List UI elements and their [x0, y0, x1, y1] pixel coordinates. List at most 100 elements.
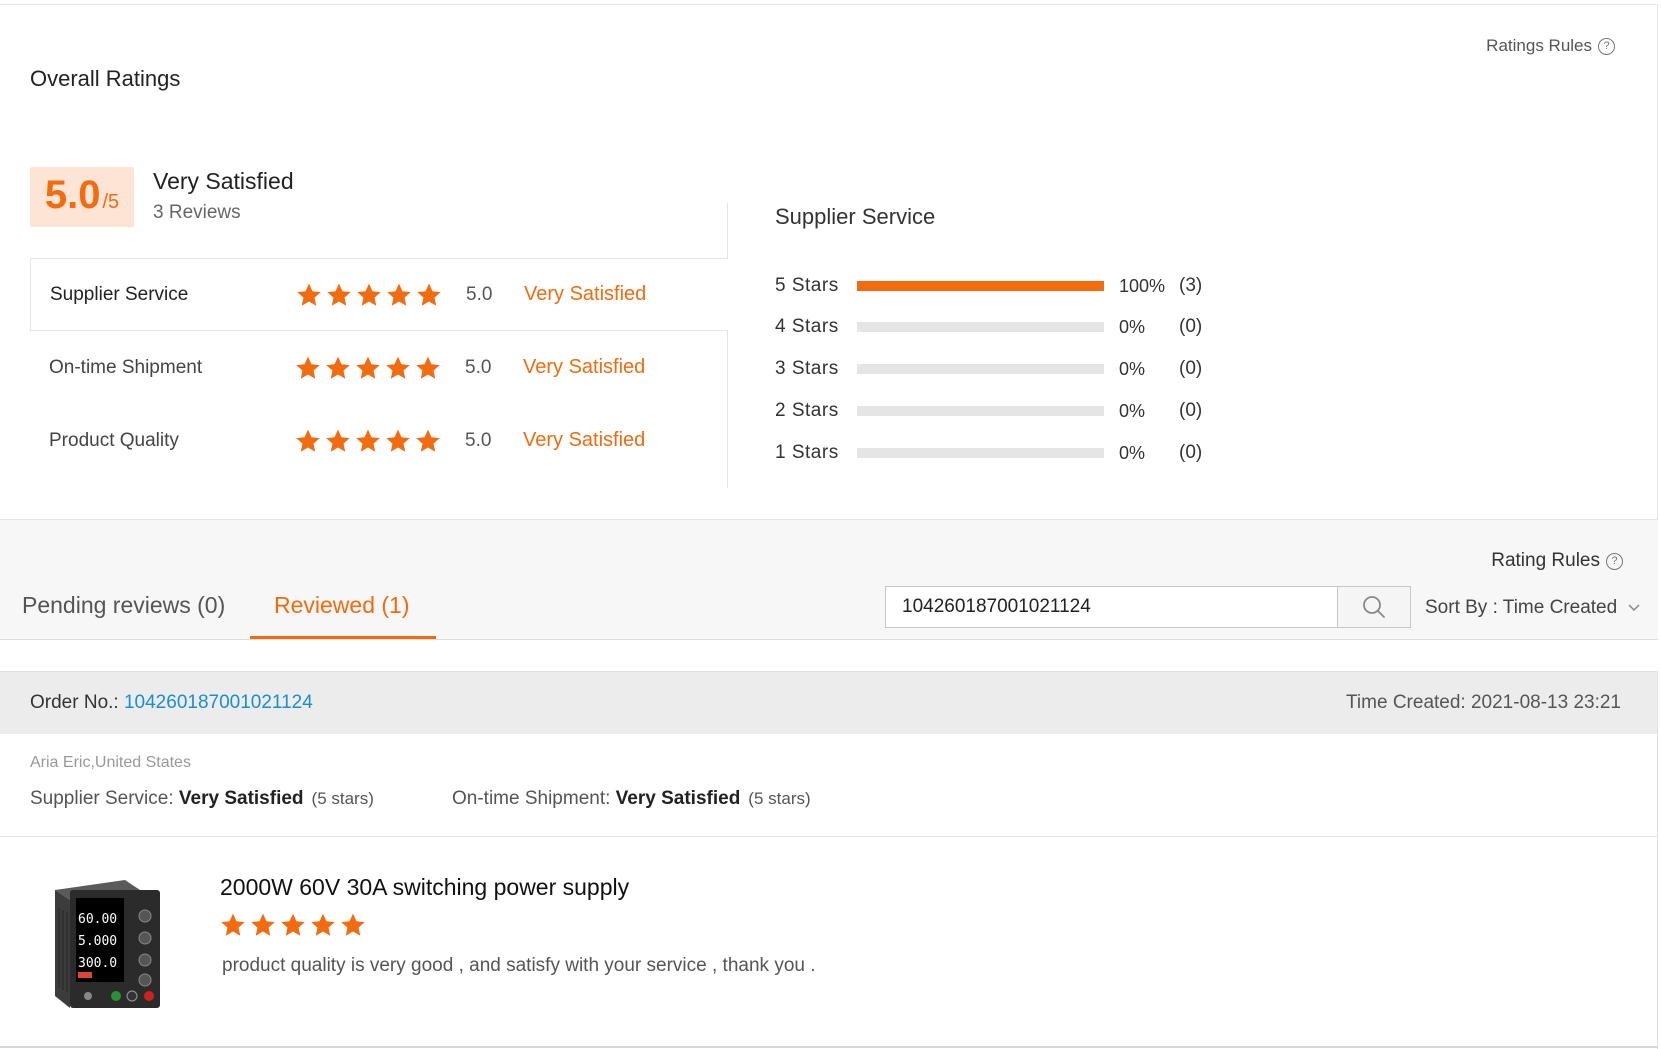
ratings-rules-label: Ratings Rules	[1486, 36, 1592, 55]
star-icon	[416, 356, 440, 379]
star-icon	[417, 283, 441, 306]
distribution-count: (3)	[1179, 275, 1203, 296]
distribution-bar	[857, 281, 1104, 291]
star-icon	[387, 283, 411, 306]
category-value: 5.0	[466, 283, 493, 305]
star-icon	[356, 356, 380, 379]
distribution-row: 5 Stars 100% (3)	[775, 273, 1235, 299]
supplier-value: Very Satisfied	[178, 788, 304, 809]
divider	[0, 1046, 1658, 1048]
supplier-stars: (5 stars)	[311, 789, 374, 808]
star-icon	[356, 429, 380, 452]
star-icon	[296, 429, 320, 452]
summary-label: Very Satisfied	[153, 168, 294, 194]
tab-pending-reviews[interactable]: Pending reviews (0)	[22, 592, 225, 619]
help-icon: ?	[1606, 552, 1623, 570]
shipment-rating: On-time Shipment: Very Satisfied (5 stars…	[452, 788, 811, 810]
distribution-title: Supplier Service	[775, 204, 936, 229]
category-value: 5.0	[465, 356, 492, 378]
star-icon	[386, 356, 410, 379]
rating-rules-link[interactable]: Rating Rules ?	[1491, 550, 1623, 572]
shipment-stars: (5 stars)	[748, 789, 811, 808]
star-icon	[327, 283, 351, 306]
distribution-label: 2 Stars	[775, 400, 839, 421]
distribution-row: 1 Stars 0% (0)	[775, 440, 1235, 466]
score-badge: 5.0 /5	[30, 167, 134, 227]
time-created: Time Created: 2021-08-13 23:21	[1346, 692, 1621, 713]
distribution-label: 5 Stars	[775, 275, 839, 296]
help-icon: ?	[1598, 37, 1615, 55]
score-suffix: /5	[102, 191, 120, 213]
ratings-rules-link[interactable]: Ratings Rules ?	[1486, 36, 1615, 56]
search-input[interactable]: 104260187001021124	[885, 586, 1338, 628]
distribution-row: 4 Stars 0% (0)	[775, 314, 1235, 340]
distribution-count: (0)	[1179, 358, 1203, 379]
order-label: Order No.:	[30, 692, 124, 713]
category-value: 5.0	[465, 429, 492, 451]
star-icon	[297, 283, 321, 306]
review-comment: product quality is very good , and satis…	[222, 955, 816, 976]
score-value: 5.0	[44, 173, 101, 217]
divider	[0, 639, 1658, 640]
distribution-label: 3 Stars	[775, 358, 839, 379]
distribution-percent: 0%	[1119, 316, 1146, 337]
distribution-label: 1 Stars	[775, 442, 839, 463]
distribution-bar	[857, 364, 1104, 374]
divider	[0, 836, 1658, 837]
star-icon	[221, 913, 245, 936]
category-verdict: Very Satisfied	[523, 429, 646, 451]
display-value-1: 60.00	[78, 912, 117, 927]
distribution-count: (0)	[1179, 400, 1203, 421]
search-button[interactable]	[1337, 586, 1411, 628]
supplier-label: Supplier Service:	[30, 788, 179, 809]
distribution-label: 4 Stars	[775, 316, 839, 337]
order-number-link[interactable]: 104260187001021124	[124, 692, 313, 713]
sort-by-dropdown[interactable]: Sort By : Time Created	[1425, 597, 1641, 619]
search-icon	[1363, 596, 1385, 618]
display-value-3: 300.0	[78, 956, 117, 971]
display-value-2: 5.000	[78, 934, 117, 949]
page-title: Overall Ratings	[30, 66, 181, 91]
category-name: Supplier Service	[50, 283, 189, 305]
star-icon	[311, 913, 335, 936]
distribution-percent: 0%	[1119, 400, 1146, 421]
product-star-rating	[220, 912, 366, 938]
power-supply-image: 60.00 5.000 300.0	[55, 880, 160, 1008]
category-verdict: Very Satisfied	[523, 356, 646, 378]
distribution-bar	[857, 322, 1104, 332]
category-verdict: Very Satisfied	[524, 283, 647, 305]
category-row-supplier-service[interactable]: Supplier Service 5.0 Very Satisfied	[30, 258, 728, 331]
star-icon	[326, 429, 350, 452]
tab-reviewed[interactable]: Reviewed (1)	[274, 592, 410, 619]
star-icon	[251, 913, 275, 936]
sort-by-label: Sort By : Time Created	[1425, 597, 1618, 618]
supplier-service-rating: Supplier Service: Very Satisfied (5 stars…	[30, 788, 374, 810]
summary-reviews: 3 Reviews	[153, 202, 241, 223]
product-title[interactable]: 2000W 60V 30A switching power supply	[220, 874, 629, 901]
distribution-fill	[857, 281, 1104, 291]
shipment-label: On-time Shipment:	[452, 788, 616, 809]
star-icon	[416, 429, 440, 452]
distribution-count: (0)	[1179, 442, 1203, 463]
star-rating	[295, 428, 441, 454]
star-icon	[386, 429, 410, 452]
chevron-down-icon	[1628, 604, 1640, 612]
category-row-product-quality[interactable]: Product Quality 5.0 Very Satisfied	[30, 404, 728, 477]
star-rating	[295, 355, 441, 381]
shipment-value: Very Satisfied	[615, 788, 741, 809]
distribution-row: 3 Stars 0% (0)	[775, 356, 1235, 382]
star-icon	[326, 356, 350, 379]
product-image[interactable]: 60.00 5.000 300.0	[30, 868, 185, 1023]
star-icon	[341, 913, 365, 936]
distribution-percent: 0%	[1119, 442, 1146, 463]
distribution-count: (0)	[1179, 316, 1203, 337]
star-icon	[357, 283, 381, 306]
distribution-bar	[857, 448, 1104, 458]
star-icon	[296, 356, 320, 379]
star-rating	[296, 282, 442, 308]
distribution-percent: 0%	[1119, 358, 1146, 379]
distribution-row: 2 Stars 0% (0)	[775, 398, 1235, 424]
distribution-bar	[857, 406, 1104, 416]
reviewer-info: Aria Eric,United States	[30, 754, 191, 771]
category-row-on-time-shipment[interactable]: On-time Shipment 5.0 Very Satisfied	[30, 331, 728, 404]
